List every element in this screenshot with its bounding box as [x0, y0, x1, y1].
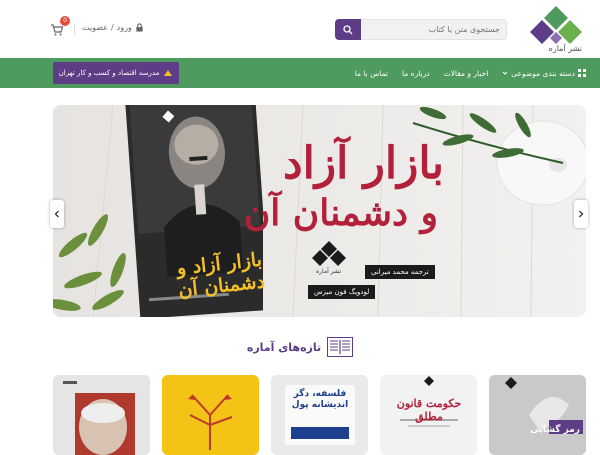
search-input[interactable] — [360, 19, 507, 40]
nav-item-about[interactable]: درباره ما — [402, 69, 430, 78]
book-card[interactable] — [53, 375, 150, 455]
login-link[interactable]: ورود — [117, 23, 132, 32]
register-link[interactable]: عضویت — [82, 23, 108, 32]
book-card[interactable]: رمز گشایی — [489, 375, 586, 455]
hero-title: بازار آزاد — [283, 138, 444, 189]
hero-subtitle: و دشمنان آن — [243, 192, 438, 234]
header-divider — [74, 24, 75, 35]
account-links: ورود / عضویت — [82, 23, 144, 32]
search-bar — [335, 19, 507, 40]
account-separator: / — [110, 23, 114, 32]
book-card-title: فلسفه، دگر اندیشانه پول — [291, 389, 349, 410]
book-card[interactable] — [162, 375, 259, 455]
search-icon — [343, 24, 353, 34]
book-cover — [489, 375, 586, 455]
cart-count-badge: 0 — [60, 16, 70, 26]
lock-icon — [136, 23, 143, 32]
book-card[interactable]: حکومت قانون مطلق — [380, 375, 477, 455]
nav-item-label: اخبار و مقالات — [443, 68, 489, 78]
book-cover — [271, 375, 368, 455]
business-school-button[interactable]: مدرسه اقتصاد و کسب و کار تهران — [53, 62, 179, 84]
book-card[interactable]: فلسفه، دگر اندیشانه پول — [271, 375, 368, 455]
school-logo-icon — [164, 70, 173, 76]
slider-prev-button[interactable] — [50, 200, 64, 228]
grid-icon — [578, 69, 586, 77]
chevron-down-icon — [502, 71, 508, 75]
search-button[interactable] — [335, 19, 361, 40]
brand-name: نشر آماره — [548, 44, 582, 53]
nav-item-contact[interactable]: تماس با ما — [355, 69, 388, 78]
translator-tag: ترجمه محمد میرانی — [365, 265, 435, 279]
hero-slider[interactable]: بازار آزاد و دشمنان آن بازار آزاد و دشمن… — [53, 105, 586, 317]
book-cover — [53, 375, 150, 455]
chevron-right-icon — [579, 210, 584, 218]
cart-button[interactable]: 0 — [50, 16, 70, 36]
new-books-heading: تازه‌های آماره — [0, 335, 600, 359]
header: نشر آماره ورود / عضویت 0 — [0, 0, 600, 58]
business-school-label: مدرسه اقتصاد و کسب و کار تهران — [58, 69, 160, 77]
nav-item-categories[interactable]: دسته بندی موضوعی — [502, 69, 586, 78]
new-books-title: تازه‌های آماره — [246, 340, 322, 354]
new-books-list: رمز گشایی حکومت قانون مطلق فلسفه، دگر ان… — [53, 375, 586, 455]
slider-next-button[interactable] — [574, 200, 588, 228]
publisher-name: نشر آماره — [316, 268, 341, 275]
main-nav: دسته بندی موضوعی اخبار و مقالات درباره م… — [0, 58, 600, 88]
nav-item-label: درباره ما — [402, 68, 430, 78]
book-cover — [162, 375, 259, 455]
chevron-left-icon — [54, 210, 59, 218]
book-card-title: حکومت قانون مطلق — [396, 397, 462, 423]
nav-item-label: تماس با ما — [354, 68, 388, 78]
author-tag: لودویگ فون میزس — [308, 285, 376, 299]
nav-item-news[interactable]: اخبار و مقالات — [444, 69, 489, 78]
book-open-icon — [327, 337, 354, 357]
book-card-title: رمز گشایی — [530, 425, 580, 435]
nav-item-label: دسته بندی موضوعی — [511, 68, 575, 78]
nav-menu: دسته بندی موضوعی اخبار و مقالات درباره م… — [355, 58, 586, 88]
